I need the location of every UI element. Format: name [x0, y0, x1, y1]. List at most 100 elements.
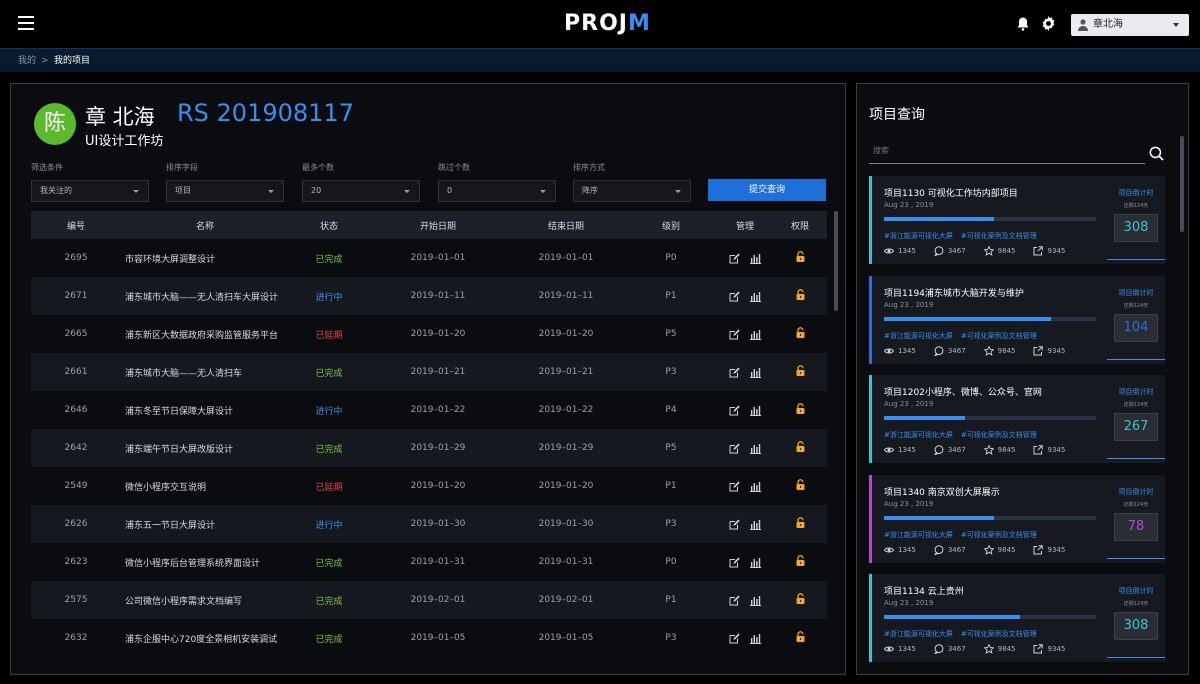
- sort-field-select[interactable]: 项目: [166, 180, 284, 202]
- edit-icon[interactable]: [729, 481, 740, 492]
- bar-chart-icon[interactable]: [750, 519, 761, 530]
- status-badge: 已延期: [315, 330, 343, 341]
- sort-order-select[interactable]: 降序: [573, 180, 691, 202]
- tag-link[interactable]: #可视化案例及文档管理: [961, 332, 1037, 340]
- card-title: 项目1202小程序、微博、公众号、官网: [884, 388, 1042, 398]
- project-card[interactable]: 项目1134 云上贵州 Aug 23 , 2019 #浙江能源可视化大屏 #可视化案例…: [869, 574, 1165, 662]
- table-row[interactable]: 2623 微信小程序后台管理系统界面设计 已完成 2019–01–31 2019–01–…: [31, 543, 827, 581]
- lock-icon[interactable]: [795, 593, 806, 604]
- tag-link[interactable]: #可视化案例及文档管理: [961, 531, 1037, 539]
- col-header-end[interactable]: 结束日期: [507, 219, 625, 232]
- tag-link[interactable]: #浙江能源可视化大屏: [884, 232, 953, 240]
- cell-start-date: 2019–01–29: [410, 443, 466, 453]
- table-row[interactable]: 2632 浦东企服中心720度全景相机安装调试 已完成 2019–01–05 2019–…: [31, 619, 827, 657]
- search-input[interactable]: 搜索: [869, 142, 1145, 164]
- max-count-select[interactable]: 20: [302, 180, 420, 202]
- lock-icon[interactable]: [795, 289, 806, 300]
- project-card[interactable]: 项目1202小程序、微博、公众号、官网 Aug 23 , 2019 #浙江能源可视化…: [869, 375, 1165, 463]
- skip-count-select[interactable]: 0: [438, 180, 556, 202]
- edit-icon[interactable]: [729, 367, 740, 378]
- tag-link[interactable]: #可视化案例及文档管理: [961, 630, 1037, 638]
- table-row[interactable]: 2646 浦东冬至节日保障大屏设计 进行中 2019–01–22 2019–01–22 P…: [31, 391, 827, 429]
- table-row[interactable]: 2575 公司微信小程序需求文档编写 已完成 2019–02–01 2019–02–01…: [31, 581, 827, 619]
- lock-icon[interactable]: [795, 631, 806, 642]
- search-icon[interactable]: [1149, 146, 1164, 161]
- table-row[interactable]: 2642 浦东端午节日大屏改版设计 已完成 2019–01–29 2019–01–29 P…: [31, 429, 827, 467]
- cell-level: P5: [665, 443, 677, 453]
- table-row[interactable]: 2549 微信小程序交互说明 已延期 2019–01–20 2019–01–20 P1: [31, 467, 827, 505]
- tag-link[interactable]: #可视化案例及文档管理: [961, 232, 1037, 240]
- stars-stat: 9845: [983, 246, 1015, 256]
- edit-icon[interactable]: [729, 329, 740, 340]
- tag-link[interactable]: #可视化案例及文档管理: [961, 431, 1037, 439]
- bar-chart-icon[interactable]: [750, 329, 761, 340]
- tag-link[interactable]: #浙江能源可视化大屏: [884, 431, 953, 439]
- star-icon: [983, 644, 994, 654]
- bar-chart-icon[interactable]: [750, 253, 761, 264]
- bar-chart-icon[interactable]: [750, 443, 761, 454]
- lock-icon[interactable]: [795, 403, 806, 414]
- edit-icon[interactable]: [729, 519, 740, 530]
- lock-icon[interactable]: [795, 365, 806, 376]
- cell-permission: [773, 593, 827, 607]
- status-badge: 已完成: [315, 254, 343, 265]
- progress-fill: [884, 217, 995, 221]
- lock-icon[interactable]: [795, 517, 806, 528]
- project-card[interactable]: 项目1340 南京双创大屏展示 Aug 23 , 2019 #浙江能源可视化大屏 #可…: [869, 474, 1165, 563]
- col-header-start[interactable]: 开始日期: [369, 219, 507, 232]
- chevron-down-icon: [1173, 23, 1179, 27]
- lock-icon[interactable]: [795, 327, 806, 338]
- bar-chart-icon[interactable]: [750, 633, 761, 644]
- project-card[interactable]: 项目1130 可视化工作坊内部项目 Aug 23 , 2019 #浙江能源可视化大屏…: [869, 176, 1165, 264]
- table-row[interactable]: 2661 浦东城市大脑——无人清扫车 已完成 2019–01–21 2019–01–21…: [31, 353, 827, 391]
- bar-chart-icon[interactable]: [750, 367, 761, 378]
- col-header-id[interactable]: 编号: [31, 219, 121, 232]
- table-row[interactable]: 2671 浦东城市大脑——无人清扫车大屏设计 进行中 2019–01–11 2019–0…: [31, 277, 827, 315]
- user-dropdown[interactable]: 章北海: [1071, 14, 1189, 36]
- gear-icon[interactable]: [1041, 16, 1056, 31]
- project-card[interactable]: 项目1194浦东城市大脑开发与维护 Aug 23 , 2019 #浙江能源可视化大屏…: [869, 275, 1165, 364]
- tag-link[interactable]: #浙江能源可视化大屏: [884, 630, 953, 638]
- table-row[interactable]: 2665 浦东新区大数据政府采购监管服务平台 已延期 2019–01–20 2019–0…: [31, 315, 827, 353]
- bar-chart-icon[interactable]: [750, 291, 761, 302]
- col-header-level[interactable]: 级别: [625, 219, 717, 232]
- edit-icon[interactable]: [729, 405, 740, 416]
- tag-link[interactable]: #浙江能源可视化大屏: [884, 332, 953, 340]
- filter-label: 筛选条件: [31, 163, 63, 172]
- lock-icon[interactable]: [795, 441, 806, 452]
- col-header-name[interactable]: 名称: [121, 219, 289, 232]
- edit-icon[interactable]: [729, 291, 740, 302]
- table-scrollbar[interactable]: [834, 211, 838, 311]
- query-scrollbar[interactable]: [1180, 136, 1184, 232]
- edit-icon[interactable]: [729, 557, 740, 568]
- shares-count: 9345: [1047, 545, 1066, 554]
- shares-stat: 9345: [1033, 246, 1065, 256]
- cell-end-date: 2019–01–11: [538, 291, 594, 301]
- hamburger-menu-icon[interactable]: [18, 16, 34, 30]
- bell-icon[interactable]: [1017, 17, 1029, 31]
- table-row[interactable]: 2626 浦东五一节日大屏设计 进行中 2019–01–30 2019–01–30 P3: [31, 505, 827, 543]
- edit-icon[interactable]: [729, 633, 740, 644]
- bar-chart-icon[interactable]: [750, 595, 761, 606]
- breadcrumb-home[interactable]: 我的: [18, 49, 36, 73]
- cell-name: 公司微信小程序需求文档编写: [125, 596, 243, 607]
- tag-link[interactable]: #浙江能源可视化大屏: [884, 531, 953, 539]
- breadcrumb-current: 我的项目: [54, 56, 91, 66]
- edit-icon[interactable]: [729, 443, 740, 454]
- lock-icon[interactable]: [795, 479, 806, 490]
- card-tags: #浙江能源可视化大屏 #可视化案例及文档管理: [884, 629, 1045, 639]
- bar-chart-icon[interactable]: [750, 405, 761, 416]
- lock-icon[interactable]: [795, 251, 806, 262]
- edit-icon[interactable]: [729, 253, 740, 264]
- table-row[interactable]: 2695 市容环境大屏调整设计 已完成 2019–01–01 2019–01–01 P0: [31, 239, 827, 277]
- submit-query-button[interactable]: 提交查询: [708, 179, 826, 201]
- filter-max-count: 最多个数 20: [302, 162, 420, 202]
- edit-icon[interactable]: [729, 595, 740, 606]
- status-badge: 进行中: [315, 520, 343, 531]
- bar-chart-icon[interactable]: [750, 557, 761, 568]
- filter-condition-select[interactable]: 我关注的: [31, 180, 149, 202]
- col-header-status[interactable]: 状态: [289, 219, 369, 232]
- lock-icon[interactable]: [795, 555, 806, 566]
- cell-end-date: 2019–01–30: [538, 519, 594, 529]
- bar-chart-icon[interactable]: [750, 481, 761, 492]
